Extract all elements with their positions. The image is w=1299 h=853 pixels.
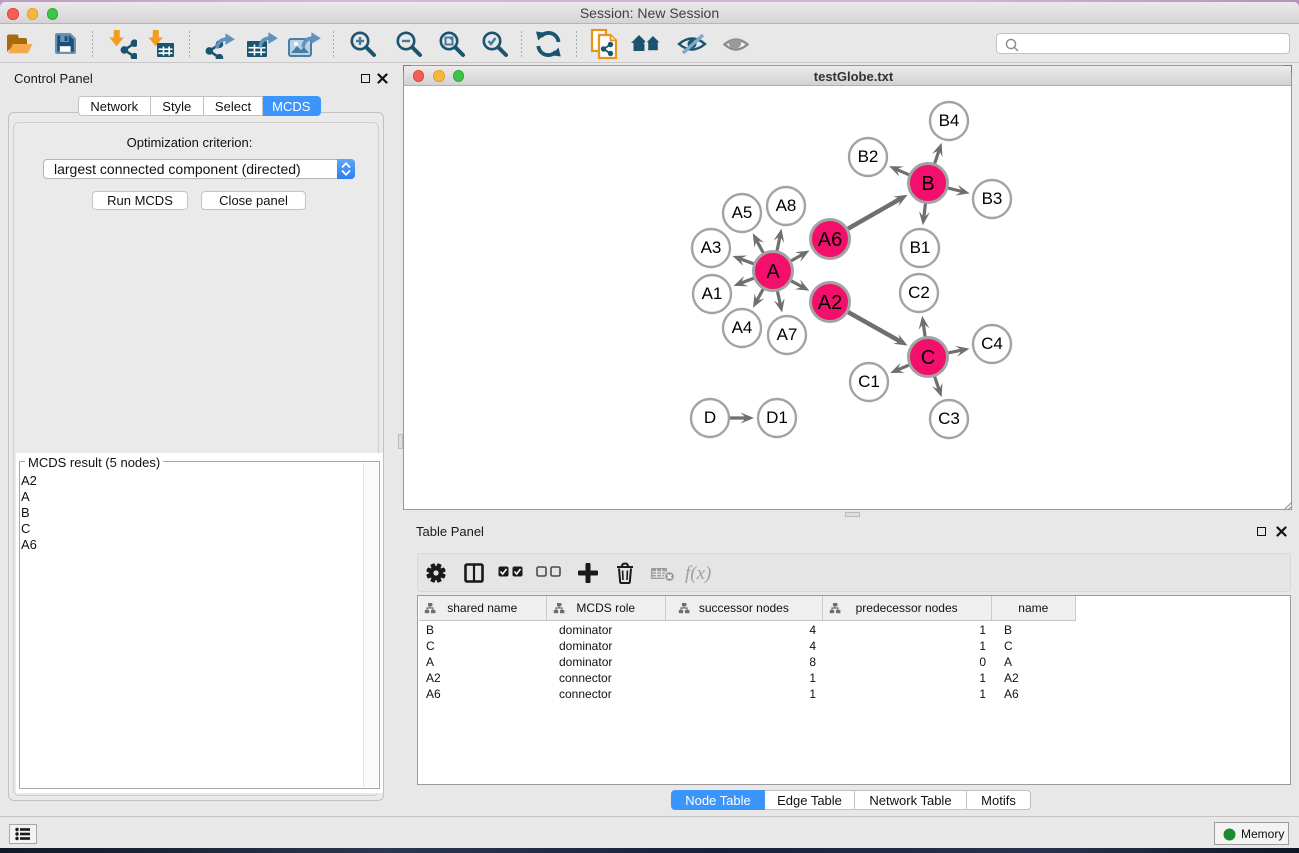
svg-text:A8: A8 (776, 196, 797, 215)
svg-text:A2: A2 (818, 292, 842, 314)
svg-text:B4: B4 (939, 111, 960, 130)
svg-text:C4: C4 (981, 334, 1003, 353)
svg-text:A1: A1 (702, 284, 723, 303)
svg-text:C2: C2 (908, 283, 930, 302)
svg-text:A: A (766, 261, 780, 283)
svg-text:A5: A5 (732, 203, 753, 222)
svg-text:D: D (704, 408, 716, 427)
svg-text:C1: C1 (858, 372, 880, 391)
svg-text:B2: B2 (858, 147, 879, 166)
svg-text:A6: A6 (818, 229, 842, 251)
svg-text:B: B (921, 173, 934, 195)
svg-text:C: C (921, 347, 935, 369)
svg-text:A7: A7 (777, 325, 798, 344)
svg-text:C3: C3 (938, 409, 960, 428)
svg-text:A3: A3 (701, 238, 722, 257)
svg-text:B1: B1 (910, 238, 931, 257)
svg-text:D1: D1 (766, 408, 788, 427)
svg-text:A4: A4 (732, 318, 753, 337)
svg-text:B3: B3 (982, 189, 1003, 208)
